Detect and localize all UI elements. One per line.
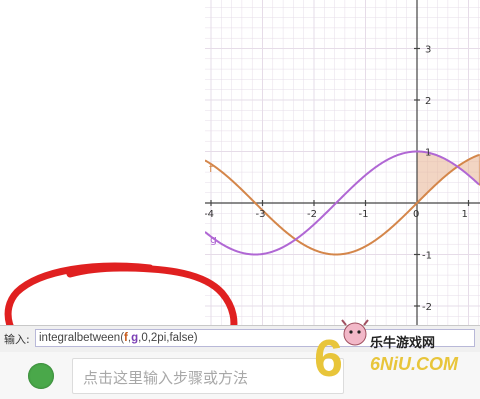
x-tick-label: -4 [205,209,214,220]
submit-step-button[interactable] [28,363,54,389]
command-name: integralbetween [39,332,121,344]
x-axis-tick-labels: -4 -3 -2 -1 0 1 [205,209,468,220]
x-tick-label: 1 [462,209,468,220]
x-tick-label: 0 [413,209,419,220]
x-tick-label: -2 [307,209,317,220]
y-tick-label: -2 [422,302,432,313]
remaining-arguments: ,0,2pi,false) [138,332,198,344]
x-tick-label: -1 [359,209,369,220]
y-tick-label: 3 [425,45,431,56]
graphics-view[interactable]: f g -4 -3 -2 -1 0 1 3 2 1 -1 -2 [205,0,480,325]
y-tick-label: -1 [422,251,432,262]
site-watermark: 6 乐牛游戏网 6NiU.COM [310,318,480,388]
y-tick-label: 2 [425,96,431,107]
input-label: 输入: [4,333,30,346]
cow-logo-icon: 6 [314,319,369,383]
watermark-brand-en: 6NiU.COM [370,354,459,374]
watermark-brand-cn: 乐牛游戏网 [370,336,436,351]
step-input-box[interactable]: 点击这里输入步骤或方法 [72,358,344,394]
svg-text:6: 6 [314,330,343,383]
y-tick-label: 1 [425,148,431,159]
x-tick-label: -3 [256,209,266,220]
function-f-label[interactable]: f [209,162,214,175]
algebra-view [0,0,205,325]
function-g-label[interactable]: g [210,233,217,246]
step-input-placeholder: 点击这里输入步骤或方法 [83,369,249,387]
